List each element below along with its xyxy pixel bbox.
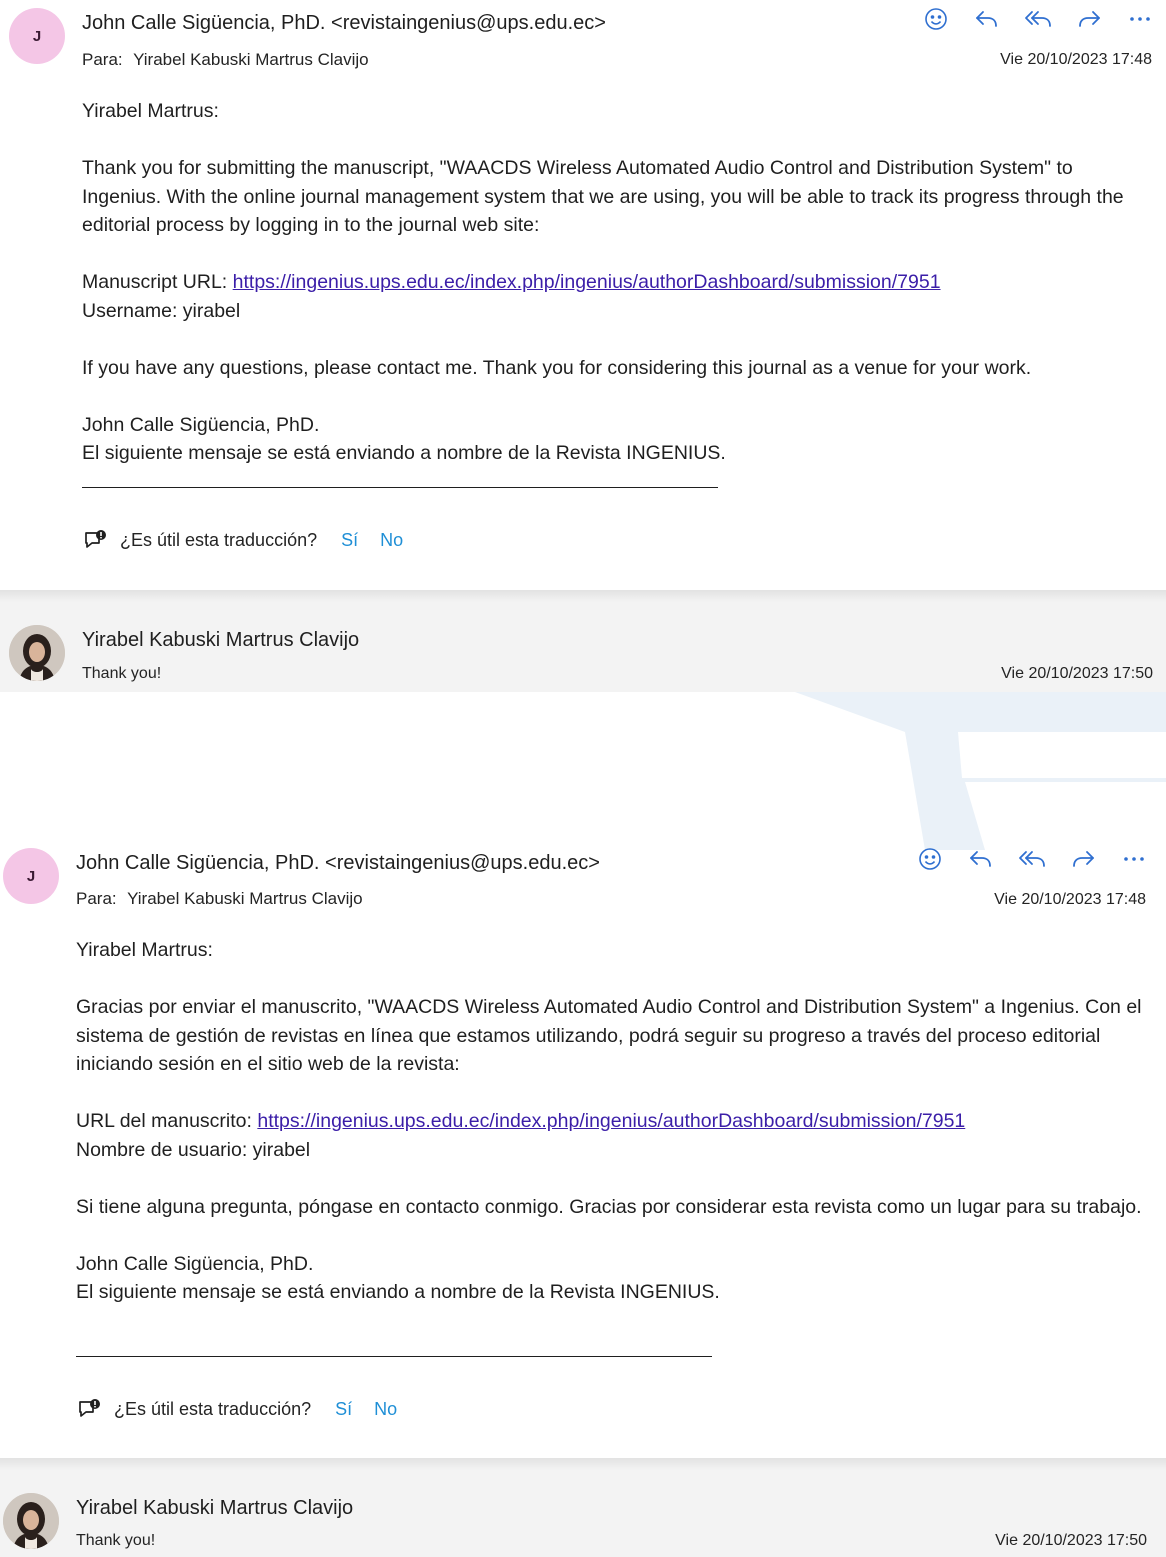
user-avatar-photo	[9, 625, 65, 681]
smiley-icon[interactable]	[904, 844, 955, 874]
username-line: Username: yirabel	[82, 299, 241, 322]
feedback-yes-button[interactable]: Sí	[341, 530, 358, 551]
feedback-question: ¿Es útil esta traducción?	[114, 1398, 312, 1419]
translation-feedback: ¿Es útil esta traducción? Sí No	[76, 1396, 397, 1422]
reply-icon[interactable]	[961, 4, 1012, 34]
feedback-question: ¿Es útil esta traducción?	[120, 529, 318, 550]
credentials: URL del manuscrito: https://ingenius.ups…	[76, 1107, 1144, 1164]
recipient-line: Para: Yirabel Kabuski Martrus Clavijo	[76, 889, 363, 909]
signature-name: John Calle Sigüencia, PhD.	[82, 413, 320, 436]
sender-name[interactable]: John Calle Sigüencia, PhD. <revistaingen…	[82, 12, 606, 35]
forward-icon[interactable]	[1063, 4, 1114, 34]
manuscript-link[interactable]: https://ingenius.ups.edu.ec/index.php/in…	[233, 271, 941, 293]
manuscript-link[interactable]: https://ingenius.ups.edu.ec/index.php/in…	[257, 1110, 965, 1132]
message-body: Yirabel Martrus: Gracias por enviar el m…	[76, 936, 1144, 1307]
signature-divider	[82, 487, 718, 488]
url-label: Manuscript URL:	[82, 271, 228, 293]
reply-preview-text: Thank you!	[76, 1532, 156, 1549]
reply-all-icon[interactable]	[1006, 844, 1057, 874]
recipient-name[interactable]: Yirabel Kabuski Martrus Clavijo	[127, 889, 363, 908]
message-actions	[910, 4, 1165, 34]
signature: John Calle Sigüencia, PhD. El siguiente …	[76, 1250, 1144, 1307]
reply-sender-name[interactable]: Yirabel Kabuski Martrus Clavijo	[82, 629, 359, 652]
message-body: Yirabel Martrus: Thank you for submittin…	[82, 97, 1152, 468]
message-date: Vie 20/10/2023 17:48	[994, 891, 1146, 908]
reply-preview-text: Thank you!	[82, 665, 162, 682]
user-avatar-photo	[3, 1493, 59, 1549]
background-shape	[795, 692, 1166, 850]
message-separator	[0, 1458, 1166, 1470]
signature-name: John Calle Sigüencia, PhD.	[76, 1252, 314, 1275]
to-label: Para:	[76, 889, 117, 908]
email-message-spanish: J John Calle Sigüencia, PhD. <revistaing…	[0, 848, 1166, 1458]
reply-date: Vie 20/10/2023 17:50	[995, 1532, 1147, 1549]
feedback-no-button[interactable]: No	[374, 1399, 397, 1420]
body-paragraph: Si tiene alguna pregunta, póngase en con…	[76, 1195, 1142, 1218]
reply-sender-name[interactable]: Yirabel Kabuski Martrus Clavijo	[76, 1497, 353, 1520]
recipient-name[interactable]: Yirabel Kabuski Martrus Clavijo	[133, 50, 369, 69]
signature-note: El siguiente mensaje se está enviando a …	[82, 442, 726, 464]
smiley-icon[interactable]	[910, 4, 961, 34]
translation-feedback-icon	[79, 1399, 100, 1417]
reply-all-icon[interactable]	[1012, 4, 1063, 34]
reply-date: Vie 20/10/2023 17:50	[1001, 665, 1153, 682]
to-label: Para:	[82, 50, 123, 69]
greeting: Yirabel Martrus:	[82, 100, 219, 122]
background-region	[0, 692, 1166, 850]
body-paragraph: Thank you for submitting the manuscript,…	[82, 157, 1124, 236]
sender-avatar: J	[9, 8, 65, 64]
reply-message-collapsed[interactable]: Yirabel Kabuski Martrus Clavijo Thank yo…	[0, 602, 1166, 692]
signature: John Calle Sigüencia, PhD. El siguiente …	[82, 411, 1152, 468]
more-icon[interactable]	[1114, 4, 1165, 34]
credentials: Manuscript URL: https://ingenius.ups.edu…	[82, 268, 1152, 325]
reply-icon[interactable]	[955, 844, 1006, 874]
username-line: Nombre de usuario: yirabel	[76, 1138, 311, 1161]
body-paragraph: Gracias por enviar el manuscrito, "WAACD…	[76, 996, 1142, 1075]
more-icon[interactable]	[1108, 844, 1159, 874]
recipient-line: Para: Yirabel Kabuski Martrus Clavijo	[82, 50, 369, 70]
feedback-no-button[interactable]: No	[380, 530, 403, 551]
email-message-english: J John Calle Sigüencia, PhD. <revistaing…	[0, 0, 1166, 590]
body-paragraph: If you have any questions, please contac…	[82, 356, 1032, 379]
signature-note: El siguiente mensaje se está enviando a …	[76, 1281, 720, 1303]
message-date: Vie 20/10/2023 17:48	[1000, 51, 1152, 68]
sender-avatar: J	[3, 848, 59, 904]
message-actions	[904, 844, 1159, 874]
forward-icon[interactable]	[1057, 844, 1108, 874]
feedback-yes-button[interactable]: Sí	[335, 1399, 352, 1420]
greeting: Yirabel Martrus:	[76, 939, 213, 961]
translation-feedback: ¿Es útil esta traducción? Sí No	[82, 527, 403, 553]
url-label: URL del manuscrito:	[76, 1110, 252, 1132]
message-separator	[0, 590, 1166, 602]
reply-message-collapsed[interactable]: Yirabel Kabuski Martrus Clavijo Thank yo…	[0, 1470, 1166, 1557]
sender-name[interactable]: John Calle Sigüencia, PhD. <revistaingen…	[76, 852, 600, 875]
signature-divider	[76, 1356, 712, 1357]
translation-feedback-icon	[85, 530, 106, 548]
